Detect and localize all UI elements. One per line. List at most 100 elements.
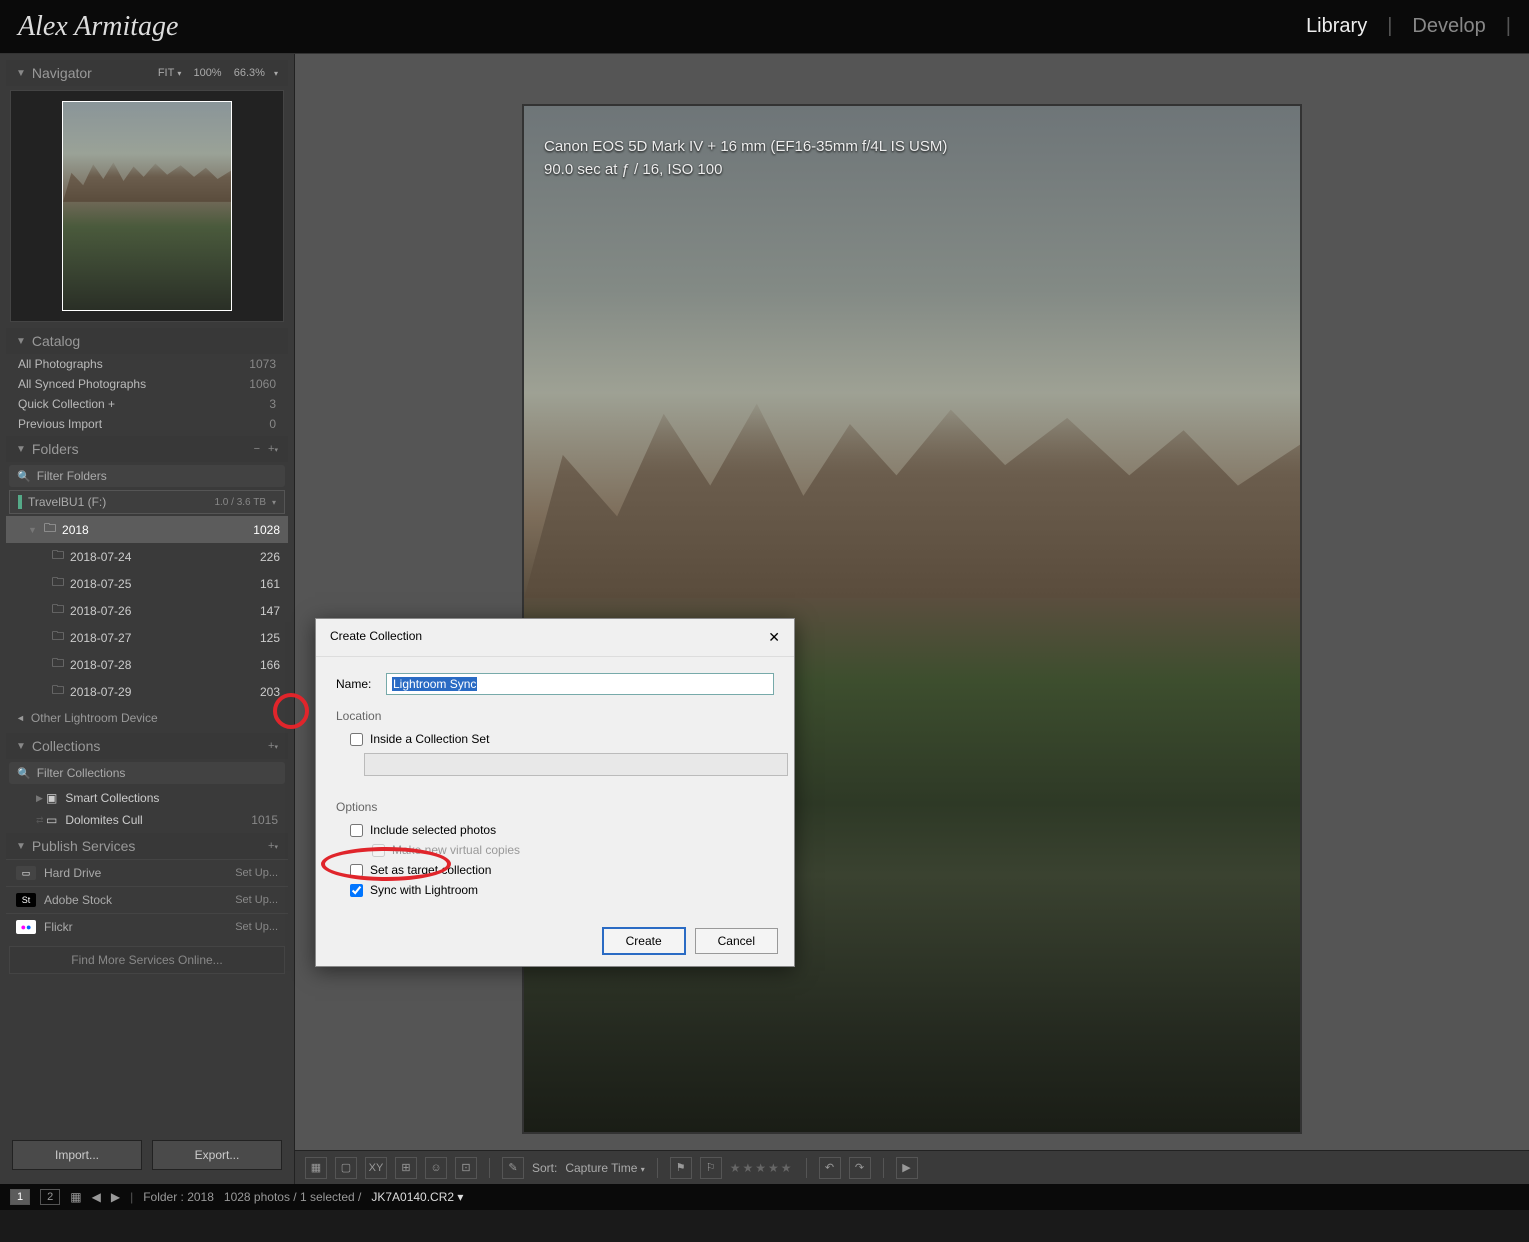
collections-filter[interactable]: 🔍 Filter Collections [9,762,285,784]
sort-label: Sort: [532,1161,557,1175]
folders-title: Folders [32,441,246,457]
collection-item[interactable]: ⇄ ▭ Dolomites Cull 1015 [6,809,288,831]
collections-title: Collections [32,738,260,754]
metadata-line1: Canon EOS 5D Mark IV + 16 mm (EF16-35mm … [544,136,947,159]
sort-select[interactable]: Capture Time ▾ [565,1161,644,1175]
folder-count: 1028 [240,523,280,537]
publish-row[interactable]: ●●FlickrSet Up... [6,913,288,940]
publish-title: Publish Services [32,838,260,854]
cancel-button[interactable]: Cancel [695,928,778,954]
collection-name-input[interactable]: Lightroom Sync [386,673,774,695]
catalog-row[interactable]: Quick Collection +3 [6,394,288,414]
bottom-toolbar: ▦ ▢ XY ⊞ ☺ ⊡ ✎ Sort: Capture Time ▾ ⚑ ⚐ … [295,1150,1529,1184]
status-filename[interactable]: JK7A0140.CR2 ▾ [371,1190,463,1204]
rotate-right-icon[interactable]: ↷ [849,1157,871,1179]
collection-set-select[interactable] [364,753,788,776]
module-library[interactable]: Library [1306,15,1367,38]
nav-zoom-custom[interactable]: 66.3% [234,67,265,79]
navigator-preview[interactable] [10,90,284,322]
publish-row[interactable]: StAdobe StockSet Up... [6,886,288,913]
smart-collections[interactable]: ▶ ▣ Smart Collections [6,787,288,809]
grid-small-icon[interactable]: ▦ [70,1190,81,1204]
publish-plus-icon[interactable]: +▾ [268,840,278,852]
compare-icon[interactable]: XY [365,1157,387,1179]
collections-plus-icon[interactable]: +▾ [268,740,278,752]
prev-icon[interactable]: ◀ [92,1190,101,1204]
other-lightroom-device[interactable]: ◄ Other Lightroom Device [6,705,288,731]
folders-plus-icon[interactable]: +▾ [268,443,278,455]
folder-icon: 🗀 [52,654,64,675]
folder-row[interactable]: 🗀2018-07-27125 [6,624,288,651]
publish-row[interactable]: ▭Hard DriveSet Up... [6,859,288,886]
module-develop[interactable]: Develop [1412,15,1485,38]
export-button[interactable]: Export... [152,1140,282,1170]
inside-set-checkbox[interactable] [350,733,363,746]
nav-fit[interactable]: FIT [158,67,175,79]
close-icon[interactable]: ✕ [768,629,780,646]
folders-filter[interactable]: 🔍 Filter Folders [9,465,285,487]
chevron-icon: ▾ [274,69,278,78]
location-section: Location [336,709,774,723]
create-button[interactable]: Create [603,928,685,954]
collections-filter-label: Filter Collections [37,766,126,780]
import-button[interactable]: Import... [12,1140,142,1170]
collections-header[interactable]: ▼ Collections +▾ [6,733,288,759]
folder-row[interactable]: 🗀2018-07-25161 [6,570,288,597]
volume-row[interactable]: TravelBU1 (F:) 1.0 / 3.6 TB ▾ [9,490,285,514]
painter-icon[interactable]: ✎ [502,1157,524,1179]
next-icon[interactable]: ▶ [111,1190,120,1204]
star-rating[interactable]: ★★★★★ [730,1161,794,1175]
grid-view-icon[interactable]: ▦ [305,1157,327,1179]
virtual-copies-checkbox [372,844,385,857]
folder-row[interactable]: 🗀2018-07-24226 [6,543,288,570]
folders-header[interactable]: ▼ Folders − +▾ [6,436,288,462]
sync-lightroom-checkbox[interactable] [350,884,363,897]
slideshow-icon[interactable]: ▶ [896,1157,918,1179]
folder-root[interactable]: ▼ 🗀 2018 1028 [6,516,288,543]
folder-row[interactable]: 🗀2018-07-26147 [6,597,288,624]
catalog-header[interactable]: ▼ Catalog [6,328,288,354]
include-photos-checkbox[interactable] [350,824,363,837]
people-icon[interactable]: ☺ [425,1157,447,1179]
folder-icon: 🗀 [52,681,64,702]
flag-pick-icon[interactable]: ⚑ [670,1157,692,1179]
smart-collections-label: Smart Collections [65,791,159,805]
folder-icon: 🗀 [52,627,64,648]
flag-reject-icon[interactable]: ⚐ [700,1157,722,1179]
catalog-row[interactable]: All Photographs1073 [6,354,288,374]
navigator-header[interactable]: ▼ Navigator FIT▾ 100% 66.3% ▾ [6,60,288,86]
page-2[interactable]: 2 [40,1189,60,1205]
target-collection-checkbox[interactable] [350,864,363,877]
nav-zoom-100[interactable]: 100% [193,67,221,79]
publish-header[interactable]: ▼ Publish Services +▾ [6,833,288,859]
volume-indicator-icon [18,495,22,509]
page-1[interactable]: 1 [10,1189,30,1205]
dialog-title: Create Collection [330,629,768,646]
collection-icon: ▭ [46,813,57,827]
module-separator: | [1506,15,1511,38]
catalog-row[interactable]: All Synced Photographs1060 [6,374,288,394]
folders-minus-icon[interactable]: − [254,443,260,455]
chevron-down-icon: ▼ [16,741,26,752]
chevron-down-icon: ▼ [16,841,26,852]
create-collection-dialog: Create Collection ✕ Name: Lightroom Sync… [315,618,795,967]
metadata-line2: 90.0 sec at ƒ / 16, ISO 100 [544,159,947,182]
survey-icon[interactable]: ⊞ [395,1157,417,1179]
search-icon: 🔍 [17,767,31,780]
folder-row[interactable]: 🗀2018-07-28166 [6,651,288,678]
box-icon: ▣ [46,791,57,805]
map-icon[interactable]: ⊡ [455,1157,477,1179]
volume-name: TravelBU1 (F:) [28,495,214,509]
virtual-copies-label: Make new virtual copies [392,843,520,857]
folder-icon: 🗀 [52,600,64,621]
catalog-row[interactable]: Previous Import0 [6,414,288,434]
find-more-services[interactable]: Find More Services Online... [9,946,285,974]
collection-name: Dolomites Cull [65,813,251,827]
chevron-down-icon: ▼ [16,68,26,79]
status-count: 1028 photos / 1 selected / [224,1190,361,1204]
rotate-left-icon[interactable]: ↶ [819,1157,841,1179]
name-label: Name: [336,677,386,691]
loupe-view-icon[interactable]: ▢ [335,1157,357,1179]
folder-icon: 🗀 [44,519,56,540]
folder-row[interactable]: 🗀2018-07-29203 [6,678,288,705]
